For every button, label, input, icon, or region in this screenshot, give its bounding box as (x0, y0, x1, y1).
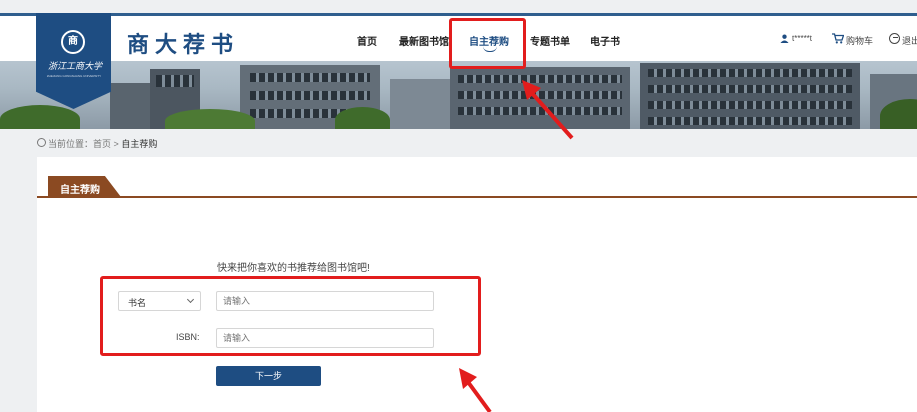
form-highlight-box (100, 276, 481, 356)
nav-ebooks[interactable]: 电子书 (590, 33, 620, 48)
nav-new-books[interactable]: 最新图书馆 (399, 33, 449, 48)
site-title[interactable]: 商大荐书 (127, 27, 239, 59)
university-logo[interactable]: 商 浙江工商大学 ZHEJIANG GONGSHANG UNIVERSITY (36, 13, 111, 109)
breadcrumb-current: 自主荐购 (121, 139, 158, 149)
university-name: 浙江工商大学 (47, 62, 102, 72)
breadcrumb-prefix: 当前位置： (48, 139, 94, 149)
next-step-button[interactable]: 下一步 (216, 366, 321, 386)
university-name-en: ZHEJIANG GONGSHANG UNIVERSITY (46, 74, 102, 78)
location-icon (37, 138, 46, 147)
form-intro-text: 快来把你喜欢的书推荐给图书馆吧! (217, 263, 370, 274)
nav-highlight-box (449, 18, 526, 69)
cart-icon[interactable] (832, 33, 844, 44)
user-name[interactable]: t*****t (792, 34, 812, 43)
university-seal-icon: 商 (61, 30, 85, 54)
user-icon[interactable] (780, 34, 789, 43)
logout-label[interactable]: 退出 (902, 34, 917, 47)
cart-label[interactable]: 购物车 (846, 34, 873, 47)
nav-topic-lists[interactable]: 专题书单 (530, 33, 570, 48)
breadcrumb-separator: > (113, 139, 119, 149)
logout-icon[interactable] (889, 33, 900, 44)
breadcrumb: 当前位置：首页 > 自主荐购 (48, 137, 157, 150)
nav-home[interactable]: 首页 (357, 33, 377, 48)
campus-banner (0, 61, 917, 129)
breadcrumb-home[interactable]: 首页 (93, 139, 111, 149)
page: 商 浙江工商大学 ZHEJIANG GONGSHANG UNIVERSITY 商… (0, 0, 917, 412)
tab-underline (37, 196, 917, 198)
